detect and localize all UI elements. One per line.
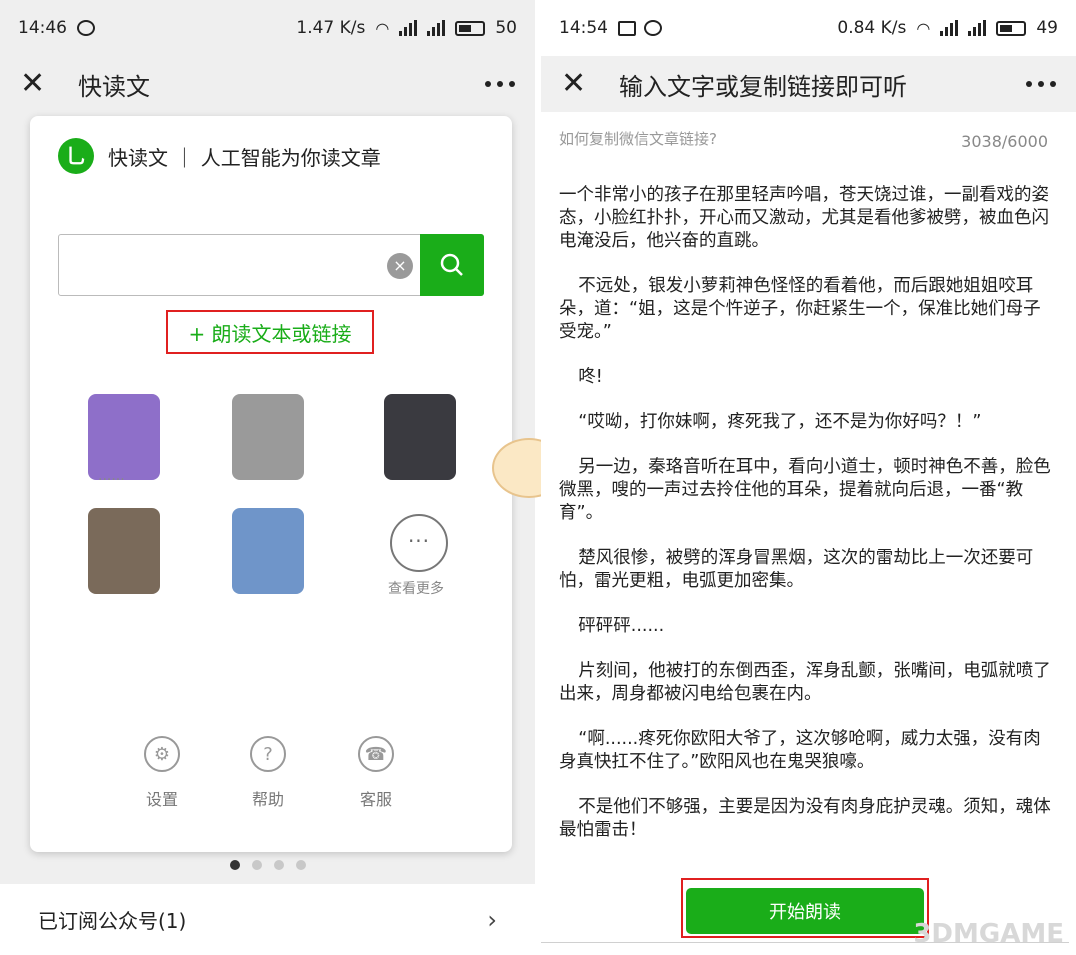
more-label[interactable]: 查看更多 <box>388 578 444 598</box>
watermark: 3DMGAME <box>913 919 1064 949</box>
wifi-icon: ◠ <box>375 18 390 38</box>
network-speed: 0.84 K/s <box>837 18 907 38</box>
start-reading-button[interactable]: 开始朗读 <box>686 888 924 934</box>
page-dot[interactable] <box>252 860 262 870</box>
status-bar: 14:54 0.84 K/s ◠ 49 <box>541 0 1076 56</box>
subscriptions-label: 已订阅公众号(1) <box>38 909 187 933</box>
avatar[interactable] <box>232 394 304 480</box>
chevron-right-icon: › <box>487 905 497 934</box>
title-bar: ✕ 输入文字或复制链接即可听 <box>541 56 1076 112</box>
brand-header: 乚 快读文 ｜ 人工智能为你读文章 <box>58 138 381 174</box>
paragraph: “哎呦，打你妹啊，疼死我了，还不是为你好吗？！” <box>578 412 982 432</box>
app-card: 乚 快读文 ｜ 人工智能为你读文章 × + 朗读文本或链接 ...... ···… <box>30 116 512 852</box>
sync-icon <box>644 20 662 36</box>
page-title: 快读文 <box>78 72 150 101</box>
page-dot[interactable] <box>296 860 306 870</box>
left-screen: 14:46 1.47 K/s ◠ 50 ✕ 快读文 乚 快读文 ｜ 人工智能为你… <box>0 0 535 955</box>
paragraph: 砰砰砰...... <box>578 616 665 636</box>
support-label: 客服 <box>359 790 392 809</box>
app-logo-icon: 乚 <box>58 138 94 174</box>
help-icon: ? <box>250 736 286 772</box>
char-counter: 3038/6000 <box>961 132 1048 151</box>
copy-link-help-link[interactable]: 如何复制微信文章链接? <box>559 128 717 149</box>
status-bar: 14:46 1.47 K/s ◠ 50 <box>0 0 535 56</box>
title-bar: ✕ 快读文 <box>0 56 535 112</box>
settings-tool[interactable]: ⚙ 设置 <box>132 736 192 810</box>
signal-icon <box>399 20 418 36</box>
support-tool[interactable]: ☎ 客服 <box>346 736 406 810</box>
page-dot[interactable] <box>274 860 284 870</box>
more-avatars-button[interactable]: ··· <box>390 514 448 572</box>
headset-icon: ☎ <box>358 736 394 772</box>
status-time: 14:46 <box>18 18 67 38</box>
paragraph: 一个非常小的孩子在那里轻声吟唱，苍天饶过谁，一副看戏的姿态，小脸红扑扑，开心而又… <box>559 185 1049 251</box>
brand-text: 快读文 ｜ 人工智能为你读文章 <box>108 145 381 170</box>
paragraph: 另一边，秦珞音听在耳中，看向小道士，顿时神色不善，脸色微黑，嗖的一声过去拎住他的… <box>559 457 1051 523</box>
settings-label: 设置 <box>145 790 178 809</box>
settings-icon: ⚙ <box>144 736 180 772</box>
paragraph: 楚风很惨，被劈的浑身冒黑烟，这次的雷劫比上一次还要可怕，雷光更粗，电弧更加密集。 <box>559 548 1034 591</box>
status-time: 14:54 <box>559 18 608 38</box>
avatar-label: ...... <box>98 468 125 484</box>
paragraph: 不是他们不够强，主要是因为没有肉身庇护灵魂。须知，魂体最怕雷击！ <box>559 797 1051 840</box>
page-indicator <box>230 860 306 870</box>
search-button[interactable] <box>420 234 484 296</box>
more-icon[interactable] <box>485 81 515 87</box>
more-icon[interactable] <box>1026 81 1056 87</box>
page-dot[interactable] <box>230 860 240 870</box>
right-screen: 14:54 0.84 K/s ◠ 49 ✕ 输入文字或复制链接即可听 如何复制微… <box>541 0 1076 955</box>
search-icon <box>440 253 463 276</box>
signal-icon <box>940 20 959 36</box>
help-label: 帮助 <box>251 790 284 809</box>
add-text-or-link-button[interactable]: + 朗读文本或链接 <box>166 310 374 354</box>
battery-icon <box>455 20 486 36</box>
network-speed: 1.47 K/s <box>296 18 366 38</box>
paragraph: 不远处，银发小萝莉神色怪怪的看着他，而后跟她姐姐咬耳朵，道：“姐，这是个忤逆子，… <box>559 276 1041 342</box>
battery-icon <box>996 20 1027 36</box>
subscriptions-row[interactable]: 已订阅公众号(1) › <box>0 884 535 955</box>
image-icon <box>618 20 636 36</box>
clear-icon[interactable]: × <box>387 253 413 279</box>
close-icon[interactable]: ✕ <box>20 69 60 99</box>
signal-icon-2 <box>968 20 987 36</box>
search-box[interactable]: × <box>58 234 484 296</box>
sync-icon <box>77 20 95 36</box>
paragraph: 咚! <box>578 367 603 387</box>
signal-icon-2 <box>427 20 446 36</box>
close-icon[interactable]: ✕ <box>561 69 601 99</box>
avatar[interactable] <box>384 394 456 480</box>
battery-level: 50 <box>495 18 517 38</box>
battery-level: 49 <box>1036 18 1058 38</box>
wifi-icon: ◠ <box>916 18 931 38</box>
paragraph: 片刻间，他被打的东倒西歪，浑身乱颤，张嘴间，电弧就喷了出来，周身都被闪电给包裹在… <box>559 661 1051 704</box>
page-title: 输入文字或复制链接即可听 <box>619 72 907 101</box>
paragraph: “啊......疼死你欧阳大爷了，这次够呛啊，威力太强，没有肉身真快扛不住了。”… <box>559 729 1041 772</box>
text-input-area[interactable]: 一个非常小的孩子在那里轻声吟唱，苍天饶过谁，一副看戏的姿态，小脸红扑扑，开心而又… <box>559 184 1051 864</box>
avatar[interactable] <box>232 508 304 594</box>
help-tool[interactable]: ? 帮助 <box>238 736 298 810</box>
avatar[interactable] <box>88 508 160 594</box>
